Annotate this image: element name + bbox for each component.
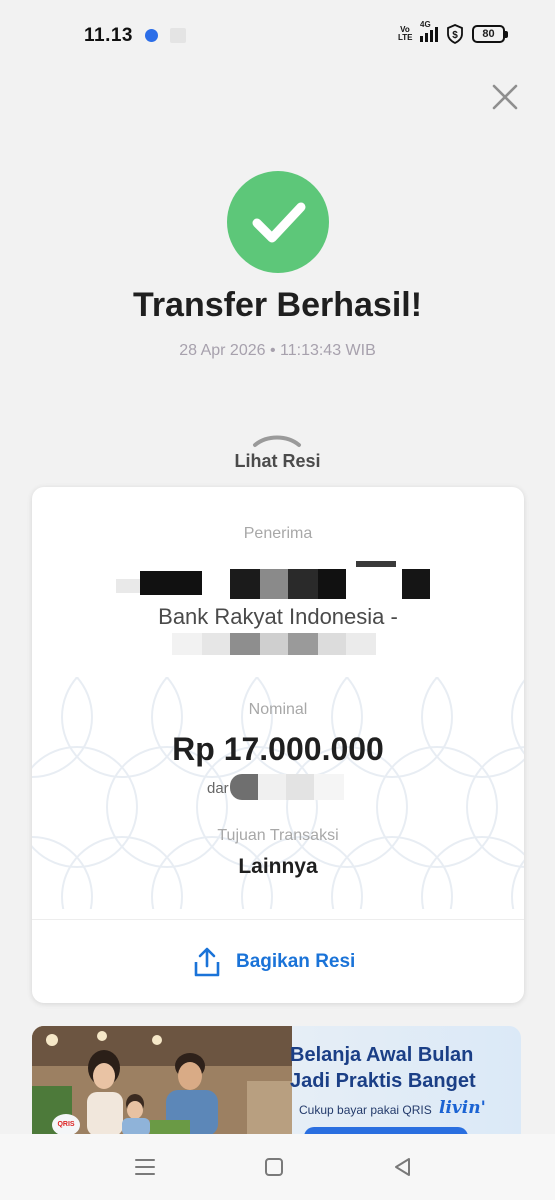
source-account-prefix: dar [207, 780, 229, 797]
share-receipt-button[interactable]: Bagikan Resi [192, 946, 355, 978]
source-account-redacted [230, 774, 350, 800]
status-bar: 11.13 Vo LTE 4G $ 80 [0, 0, 555, 72]
divider [32, 919, 524, 920]
recipient-name-redacted [116, 561, 436, 599]
system-nav-bar [0, 1134, 555, 1200]
transaction-datetime: 28 Apr 2026 • 11:13:43 WIB [179, 342, 376, 359]
menu-icon[interactable] [132, 1154, 158, 1180]
qris-badge: QRIS [52, 1114, 80, 1136]
status-time: 11.13 [84, 25, 133, 46]
svg-text:$: $ [452, 30, 458, 41]
chevron-up-icon[interactable] [252, 432, 302, 448]
receipt-card: Penerima Bank Rakyat Indonesia - Nominal… [32, 487, 524, 1003]
purpose-value: Lainnya [238, 855, 318, 878]
amount-label: Nominal [248, 701, 308, 718]
share-upload-icon [194, 947, 220, 977]
app-dot-icon [145, 29, 158, 42]
vpn-shield-icon: $ [446, 24, 464, 45]
banner-subtitle: Cukup bayar pakai QRIS [299, 1103, 432, 1117]
share-receipt-label: Bagikan Resi [236, 951, 356, 972]
network-label: 4G [420, 20, 431, 29]
livin-logo: livin' [439, 1098, 486, 1118]
account-number-redacted [172, 633, 377, 655]
banner-headline-1: Belanja Awal Bulan [290, 1044, 474, 1066]
home-square-icon[interactable] [261, 1154, 287, 1180]
page-title: Transfer Berhasil! [132, 286, 423, 324]
lihat-resi-toggle[interactable]: Lihat Resi [0, 451, 555, 472]
battery-icon: 80 [472, 25, 508, 43]
bank-name: Bank Rakyat Indonesia - [158, 604, 398, 629]
recipient-label: Penerima [243, 525, 313, 542]
notification-app-icon [170, 28, 186, 43]
status-icons: Vo LTE 4G $ 80 [398, 20, 508, 45]
check-circle-icon [227, 171, 329, 273]
back-triangle-icon[interactable] [390, 1154, 416, 1180]
purpose-label: Tujuan Transaksi [217, 827, 339, 844]
close-icon [492, 84, 518, 110]
promo-banner[interactable]: QRIS Belanja Awal Bulan Jadi Praktis Ban… [32, 1026, 521, 1136]
signal-icon: 4G [420, 20, 438, 42]
banner-headline-2: Jadi Praktis Banget [290, 1070, 476, 1092]
close-button[interactable] [490, 82, 520, 112]
transfer-amount: Rp 17.000.000 [172, 731, 384, 767]
volte-icon: Vo LTE [398, 25, 413, 42]
